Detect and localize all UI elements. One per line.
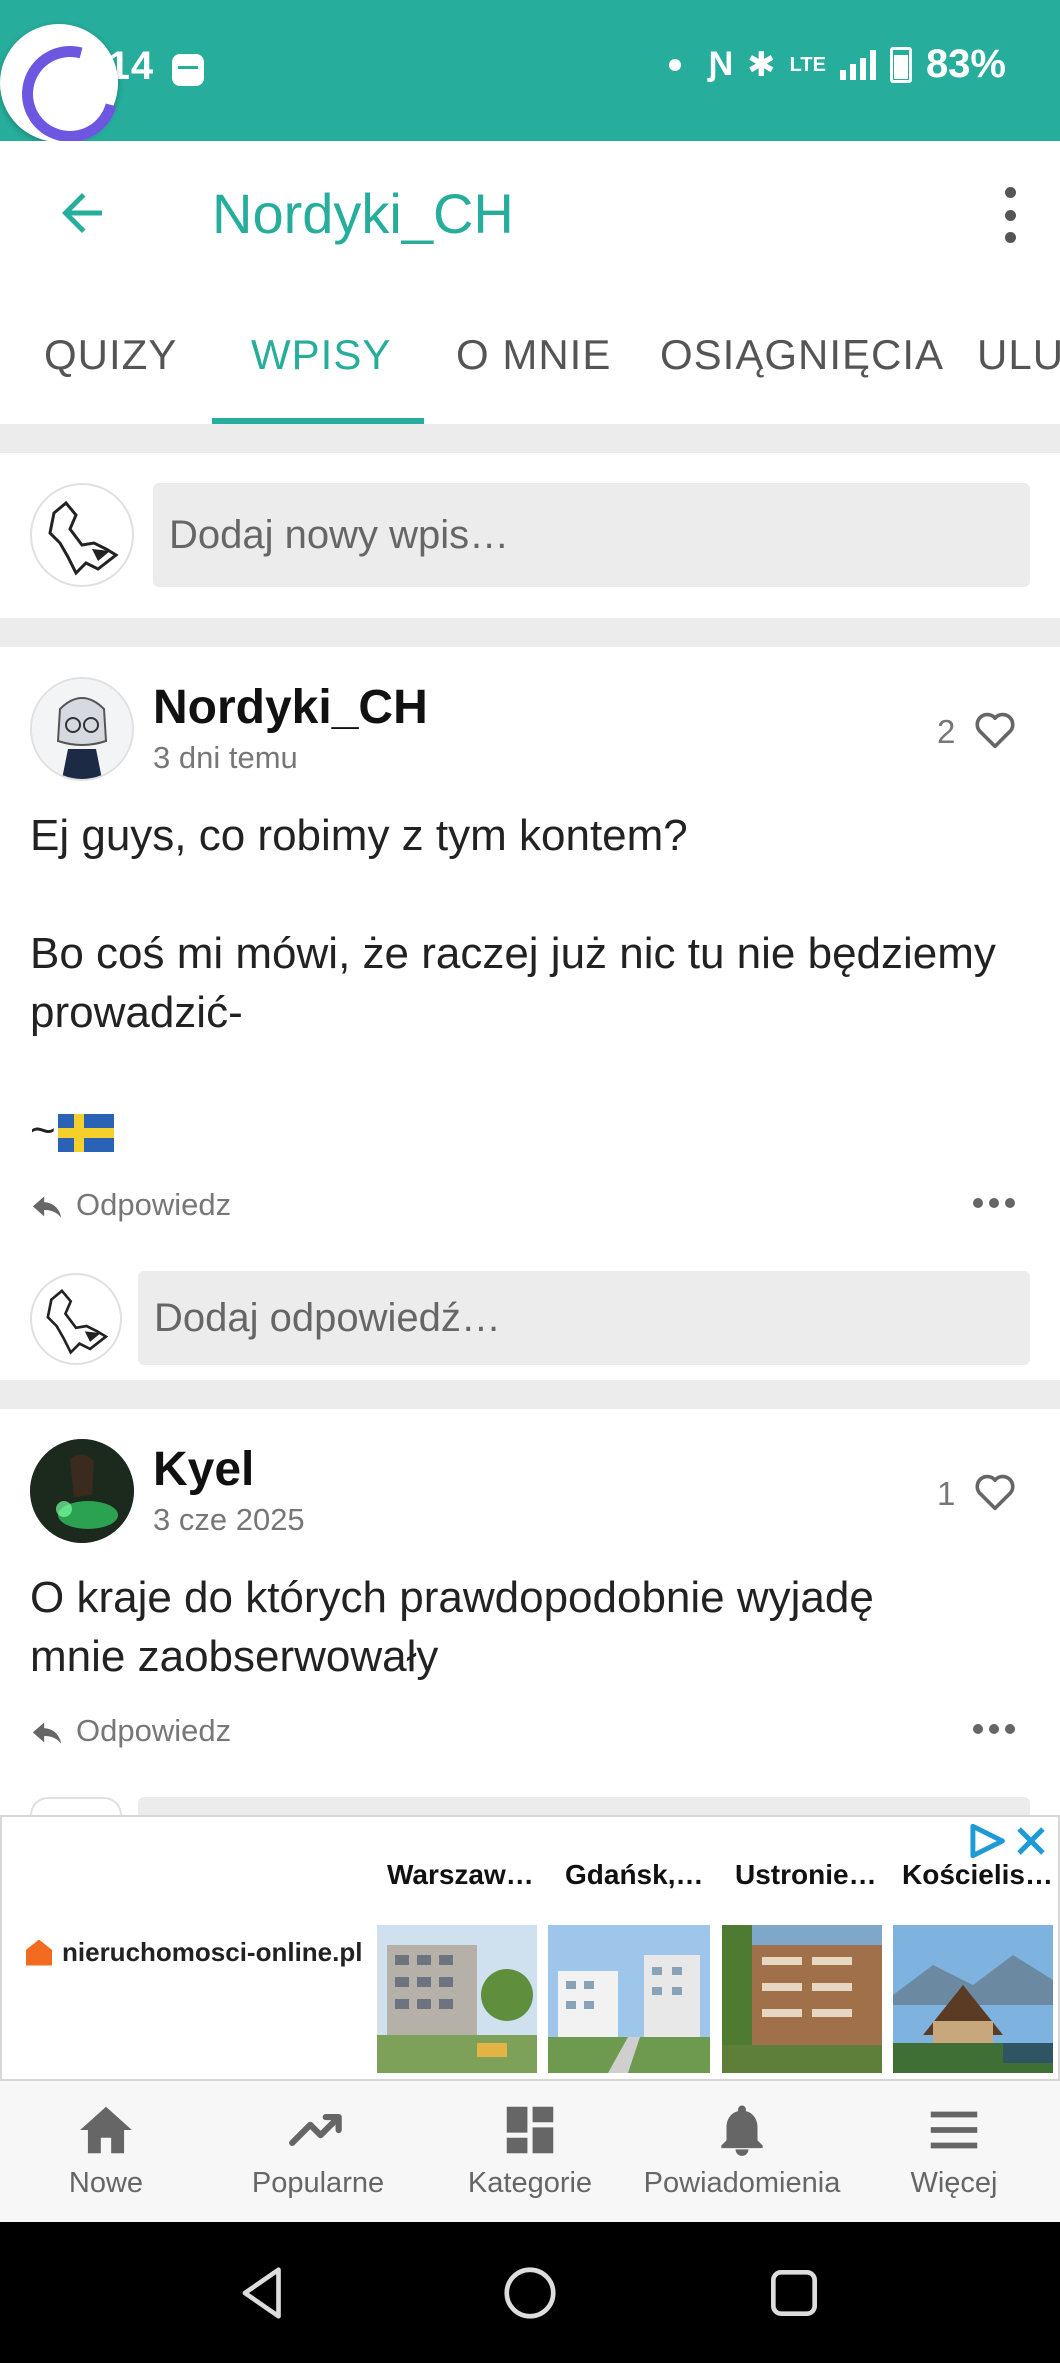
ad-card-title[interactable]: Gdańsk,… bbox=[565, 1859, 703, 1891]
house-icon bbox=[26, 1939, 52, 1966]
profile-tabs: QUIZY WPISY O MNIE OSIĄGNIĘCIA ULUBIONE bbox=[0, 287, 1060, 424]
bottom-nav: Nowe Popularne Kategorie Powiadomienia W… bbox=[0, 2081, 1060, 2222]
heart-icon[interactable] bbox=[973, 710, 1017, 750]
avatar[interactable] bbox=[30, 1273, 122, 1365]
post-author[interactable]: Nordyki_CH bbox=[153, 680, 428, 735]
post-text-gap bbox=[30, 1042, 1030, 1101]
ad-card-image[interactable] bbox=[548, 1925, 710, 2073]
section-divider bbox=[0, 424, 1060, 453]
reply-input[interactable]: Dodaj odpowiedź… bbox=[138, 1271, 1030, 1365]
ad-card-image[interactable] bbox=[893, 1925, 1053, 2073]
post-body: Ej guys, co robimy z tym kontem? Bo coś … bbox=[30, 806, 1030, 1160]
back-triangle-icon[interactable] bbox=[232, 2262, 294, 2324]
nav-label: Nowe bbox=[68, 2167, 144, 2199]
notification-dot-icon bbox=[668, 58, 681, 71]
status-bar: 5:14 Ɲ ✱ LTE 83% bbox=[0, 0, 1060, 141]
post-more-icon[interactable] bbox=[973, 1198, 1015, 1208]
network-type: LTE bbox=[789, 53, 826, 76]
avatar-girl-icon bbox=[32, 679, 132, 779]
page-title: Nordyki_CH bbox=[212, 182, 514, 245]
ad-banner[interactable]: nieruchomosci-online.pl Warszaw… Gdańsk,… bbox=[0, 1815, 1060, 2081]
nav-label: Popularne bbox=[251, 2167, 385, 2199]
reply-button[interactable]: Odpowiedz bbox=[30, 1187, 231, 1223]
new-post-input[interactable]: Dodaj nowy wpis… bbox=[153, 483, 1030, 587]
calendar-icon bbox=[172, 54, 204, 86]
home-circle-icon[interactable] bbox=[499, 2262, 561, 2324]
post-time: 3 dni temu bbox=[153, 740, 298, 775]
overlay-bubble-icon[interactable] bbox=[0, 24, 118, 142]
section-divider bbox=[0, 1380, 1060, 1409]
app-screen: 5:14 Ɲ ✱ LTE 83% Nordyki_CH QUIZY WPISY … bbox=[0, 0, 1060, 2363]
nav-label: Więcej bbox=[910, 2167, 998, 2199]
more-vertical-icon[interactable] bbox=[1000, 187, 1020, 243]
ad-brand-name: nieruchomosci-online.pl bbox=[62, 1937, 363, 1967]
signal-icon bbox=[839, 49, 876, 80]
avatar-green-glow-icon bbox=[30, 1439, 134, 1543]
arrow-left-icon bbox=[62, 193, 102, 233]
home-icon bbox=[80, 2106, 132, 2154]
nav-item-kategorie[interactable]: Kategorie bbox=[424, 2099, 636, 2200]
post-body: O kraje do których prawdopodobnie wyjadę… bbox=[30, 1568, 970, 1686]
nav-label: Powiadomienia bbox=[643, 2167, 841, 2199]
tab-quizy[interactable]: QUIZY bbox=[44, 331, 177, 379]
post-text-gap bbox=[30, 865, 1030, 924]
reply-input[interactable] bbox=[138, 1797, 1030, 1815]
avatar[interactable] bbox=[30, 677, 134, 781]
tilde-text: ~ bbox=[30, 1106, 56, 1155]
post-time: 3 cze 2025 bbox=[153, 1502, 305, 1537]
ad-card-title[interactable]: Ustronie… bbox=[735, 1859, 877, 1891]
like-count: 2 bbox=[937, 713, 956, 750]
ad-controls bbox=[966, 1823, 1048, 1859]
ad-card-image[interactable] bbox=[722, 1925, 882, 2073]
avatar[interactable] bbox=[30, 1797, 122, 1815]
ad-card-title[interactable]: Kościelis… bbox=[902, 1859, 1053, 1891]
avatar[interactable] bbox=[30, 1439, 134, 1543]
dashboard-icon bbox=[506, 2106, 554, 2154]
nav-item-powiadomienia[interactable]: Powiadomienia bbox=[636, 2099, 848, 2200]
battery-icon bbox=[889, 46, 912, 83]
ad-card-image[interactable] bbox=[377, 1925, 537, 2073]
post-text-line: Ej guys, co robimy z tym kontem? bbox=[30, 811, 688, 860]
ad-card-title[interactable]: Warszaw… bbox=[387, 1859, 534, 1891]
bluetooth-icon: ✱ bbox=[747, 45, 776, 84]
avatar-sketch-icon bbox=[48, 500, 119, 576]
adchoices-icon[interactable] bbox=[966, 1823, 1006, 1859]
nav-label: Kategorie bbox=[467, 2167, 593, 2199]
reply-label: Odpowiedz bbox=[76, 1713, 232, 1748]
reply-button[interactable]: Odpowiedz bbox=[30, 1713, 231, 1749]
hamburger-icon bbox=[930, 2111, 978, 2149]
post-text-line: ~ bbox=[30, 1101, 1030, 1160]
like-count: 1 bbox=[937, 1475, 956, 1512]
app-header: Nordyki_CH bbox=[0, 141, 1060, 287]
close-icon[interactable] bbox=[1014, 1824, 1048, 1858]
post-text-line: Bo coś mi mówi, że raczej już nic tu nie… bbox=[30, 929, 996, 1037]
tab-ulubione[interactable]: ULUBIONE bbox=[977, 331, 1060, 379]
avatar[interactable] bbox=[30, 483, 134, 587]
section-divider bbox=[0, 618, 1060, 647]
tab-wpisy[interactable]: WPISY bbox=[251, 331, 391, 379]
system-nav bbox=[0, 2222, 1060, 2363]
nav-item-popularne[interactable]: Popularne bbox=[212, 2099, 424, 2200]
post-author[interactable]: Kyel bbox=[153, 1442, 254, 1497]
back-button[interactable] bbox=[52, 183, 112, 243]
status-indicators: Ɲ ✱ LTE 83% bbox=[668, 42, 1006, 87]
battery-level: 83% bbox=[925, 42, 1006, 86]
avatar-sketch-icon bbox=[46, 1288, 109, 1355]
tab-o-mnie[interactable]: O MNIE bbox=[456, 331, 611, 379]
reply-label: Odpowiedz bbox=[76, 1187, 232, 1222]
nav-item-wiecej[interactable]: Więcej bbox=[848, 2099, 1060, 2200]
reply-icon bbox=[32, 1722, 62, 1744]
recents-square-icon[interactable] bbox=[763, 2262, 825, 2324]
post-text-line: O kraje do których prawdopodobnie wyjadę… bbox=[30, 1573, 874, 1681]
tab-osiagniecia[interactable]: OSIĄGNIĘCIA bbox=[660, 331, 944, 379]
heart-icon[interactable] bbox=[973, 1472, 1017, 1512]
nav-item-nowe[interactable]: Nowe bbox=[0, 2099, 212, 2200]
nfc-icon: Ɲ bbox=[708, 45, 734, 83]
post-more-icon[interactable] bbox=[973, 1724, 1015, 1734]
reply-icon bbox=[32, 1196, 62, 1218]
trending-icon bbox=[289, 2113, 342, 2147]
ad-brand-logo[interactable]: nieruchomosci-online.pl bbox=[26, 1937, 362, 1968]
sweden-flag-icon bbox=[57, 1114, 114, 1153]
bell-icon bbox=[721, 2105, 763, 2156]
